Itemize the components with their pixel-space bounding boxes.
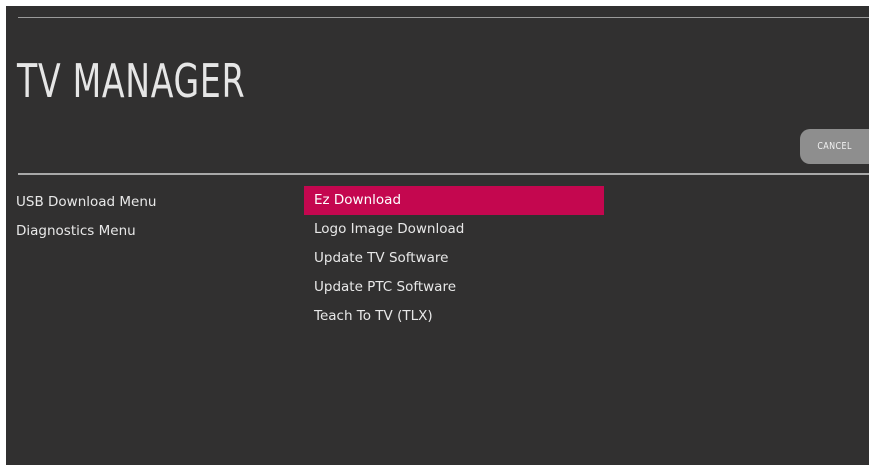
submenu-item-update-ptc-software[interactable]: Update PTC Software <box>304 273 604 302</box>
page-title: TV MANAGER <box>17 54 246 108</box>
menu-item-diagnostics[interactable]: Diagnostics Menu <box>16 217 276 246</box>
tv-manager-screen: TV MANAGER CANCEL USB Download Menu Diag… <box>6 6 869 465</box>
header-divider <box>18 173 869 175</box>
top-divider <box>18 17 869 18</box>
menu-item-usb-download[interactable]: USB Download Menu <box>16 188 276 217</box>
submenu-item-update-tv-software[interactable]: Update TV Software <box>304 244 604 273</box>
cancel-button-label: CANCEL <box>817 141 852 152</box>
main-menu: USB Download Menu Diagnostics Menu <box>16 188 276 246</box>
submenu-item-ez-download[interactable]: Ez Download <box>304 186 604 215</box>
usb-download-submenu: Ez Download Logo Image Download Update T… <box>304 186 604 331</box>
submenu-item-teach-to-tv[interactable]: Teach To TV (TLX) <box>304 302 604 331</box>
cancel-button[interactable]: CANCEL <box>800 129 869 164</box>
submenu-item-logo-image-download[interactable]: Logo Image Download <box>304 215 604 244</box>
